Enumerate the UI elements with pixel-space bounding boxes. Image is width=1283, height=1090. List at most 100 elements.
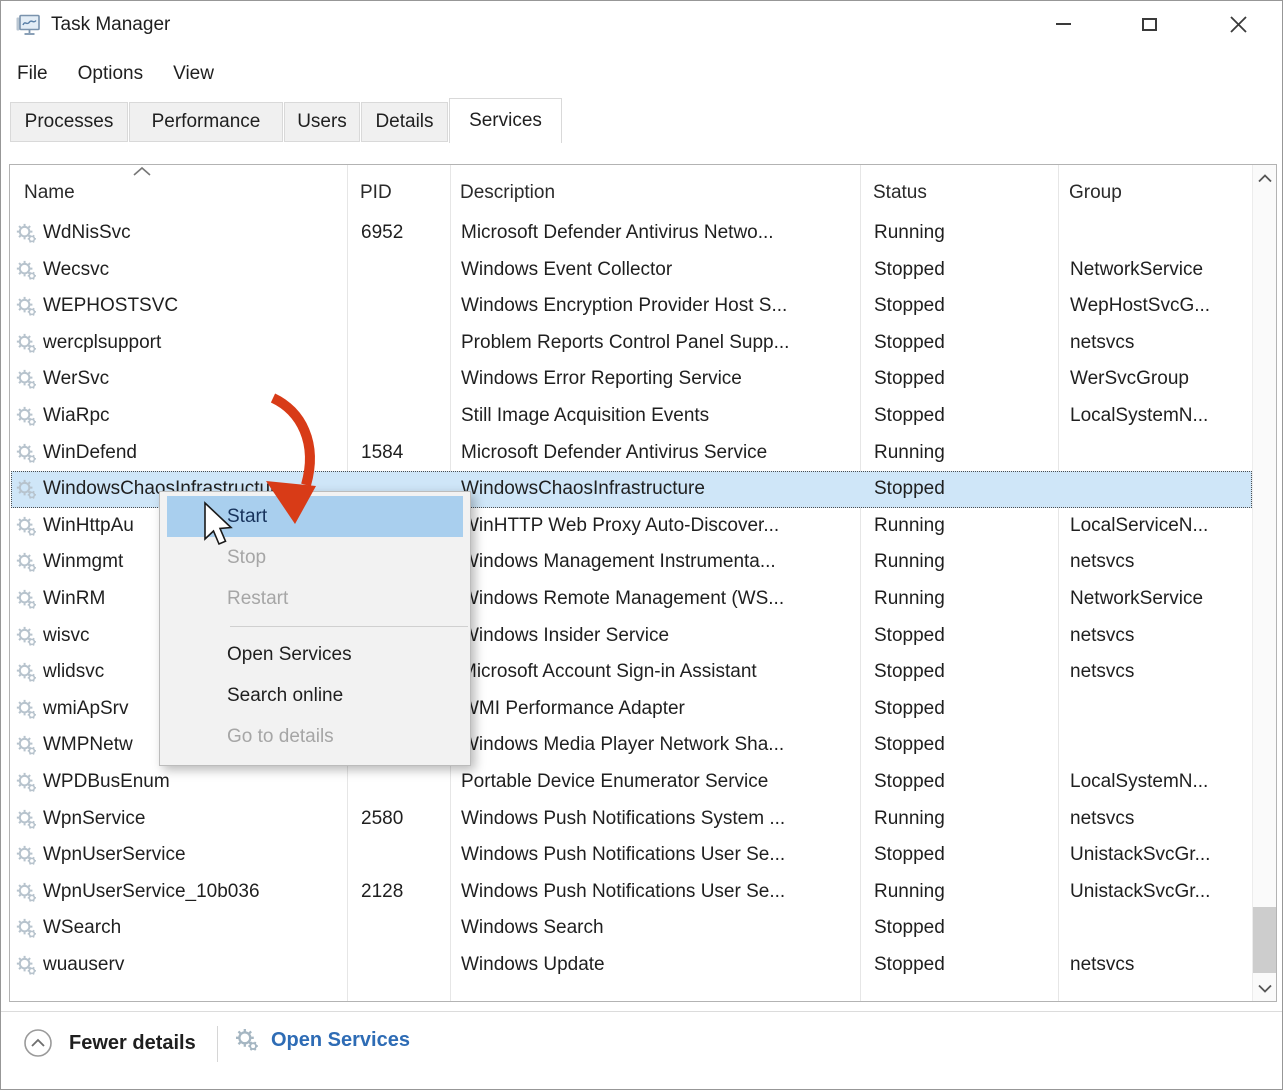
close-button[interactable] xyxy=(1215,7,1261,41)
context-menu: StartStopRestartOpen ServicesSearch onli… xyxy=(159,491,471,766)
table-row[interactable]: WecsvcWindows Event CollectorStoppedNetw… xyxy=(11,252,1252,289)
service-description: Windows Error Reporting Service xyxy=(461,361,859,398)
tab-processes[interactable]: Processes xyxy=(10,102,128,142)
gear-icon xyxy=(16,325,40,362)
service-description: Problem Reports Control Panel Supp... xyxy=(461,325,859,362)
service-status: Running xyxy=(874,435,1054,472)
service-group: WerSvcGroup xyxy=(1070,361,1250,398)
context-menu-item-open-services[interactable]: Open Services xyxy=(167,634,463,675)
service-group: LocalSystemN... xyxy=(1070,398,1250,435)
service-group: netsvcs xyxy=(1070,618,1250,655)
gear-icon xyxy=(235,1028,259,1052)
table-row[interactable]: WpnService2580Windows Push Notifications… xyxy=(11,801,1252,838)
scroll-up-button[interactable] xyxy=(1253,165,1276,191)
context-menu-item-search-online[interactable]: Search online xyxy=(167,675,463,716)
service-group: netsvcs xyxy=(1070,544,1250,581)
column-header-group[interactable]: Group xyxy=(1069,165,1122,215)
chevron-up-icon xyxy=(1258,174,1272,183)
table-row[interactable]: WiaRpcStill Image Acquisition EventsStop… xyxy=(11,398,1252,435)
service-pid xyxy=(361,910,446,947)
column-header-status[interactable]: Status xyxy=(873,165,927,215)
maximize-button[interactable] xyxy=(1126,7,1172,41)
service-status: Stopped xyxy=(874,727,1054,764)
gear-icon xyxy=(16,471,40,508)
table-row[interactable]: wercplsupport Problem Reports Control Pan… xyxy=(11,325,1252,362)
column-header-name[interactable]: Name xyxy=(24,165,75,215)
table-row[interactable]: WpnUserServiceWindows Push Notifications… xyxy=(11,837,1252,874)
gear-icon xyxy=(16,947,40,984)
sort-ascending-icon xyxy=(132,166,152,178)
service-pid: 1584 xyxy=(361,435,446,472)
service-name: WdNisSvc xyxy=(43,215,343,252)
service-status: Running xyxy=(874,508,1054,545)
column-header-description[interactable]: Description xyxy=(460,165,555,215)
service-pid xyxy=(361,252,446,289)
fewer-details-button[interactable]: Fewer details xyxy=(23,1028,196,1058)
scrollbar-thumb[interactable] xyxy=(1253,907,1276,973)
service-name: WEPHOSTSVC xyxy=(43,288,343,325)
service-description: Windows Media Player Network Sha... xyxy=(461,727,859,764)
service-name: wercplsupport xyxy=(43,325,343,362)
service-description: Windows Insider Service xyxy=(461,618,859,655)
scroll-down-button[interactable] xyxy=(1253,975,1276,1001)
tab-performance[interactable]: Performance xyxy=(129,102,283,142)
service-group: netsvcs xyxy=(1070,947,1250,984)
chevron-up-circle-icon xyxy=(23,1028,53,1058)
menu-item-file[interactable]: File xyxy=(17,63,48,85)
service-status: Running xyxy=(874,801,1054,838)
maximize-icon xyxy=(1142,18,1157,31)
service-group xyxy=(1070,691,1250,728)
service-pid xyxy=(361,837,446,874)
menu-item-view[interactable]: View xyxy=(173,63,214,85)
service-group: netsvcs xyxy=(1070,801,1250,838)
minimize-button[interactable] xyxy=(1040,7,1086,41)
service-status: Running xyxy=(874,215,1054,252)
service-description: Windows Remote Management (WS... xyxy=(461,581,859,618)
open-services-link[interactable]: Open Services xyxy=(235,1028,410,1052)
menu-item-options[interactable]: Options xyxy=(78,63,143,85)
service-pid xyxy=(361,398,446,435)
gear-icon xyxy=(16,252,40,289)
service-group xyxy=(1070,435,1250,472)
gear-icon xyxy=(16,691,40,728)
service-status: Stopped xyxy=(874,618,1054,655)
minimize-icon xyxy=(1056,23,1071,25)
service-status: Stopped xyxy=(874,288,1054,325)
gear-icon xyxy=(16,288,40,325)
service-status: Stopped xyxy=(874,361,1054,398)
service-status: Stopped xyxy=(874,910,1054,947)
service-description: WMI Performance Adapter xyxy=(461,691,859,728)
table-row[interactable]: WerSvcWindows Error Reporting ServiceSto… xyxy=(11,361,1252,398)
task-manager-app-icon xyxy=(15,12,41,38)
table-row[interactable]: WSearchWindows SearchStopped xyxy=(11,910,1252,947)
context-menu-separator xyxy=(230,626,468,627)
vertical-scrollbar[interactable] xyxy=(1252,165,1276,1001)
table-row[interactable]: wuauservWindows UpdateStoppednetsvcs xyxy=(11,947,1252,984)
table-row[interactable]: WinDefend1584Microsoft Defender Antiviru… xyxy=(11,435,1252,472)
service-group: NetworkService xyxy=(1070,581,1250,618)
service-description: Microsoft Account Sign-in Assistant xyxy=(461,654,859,691)
tab-details[interactable]: Details xyxy=(361,102,448,142)
table-header: Name PID Description Status Group xyxy=(10,165,1252,215)
tab-services[interactable]: Services xyxy=(449,98,562,143)
gear-icon xyxy=(16,801,40,838)
context-menu-item-start[interactable]: Start xyxy=(167,496,463,537)
service-status: Running xyxy=(874,544,1054,581)
table-row[interactable]: WdNisSvc6952Microsoft Defender Antivirus… xyxy=(11,215,1252,252)
service-status: Stopped xyxy=(874,764,1054,801)
table-row[interactable]: WPDBusEnumPortable Device Enumerator Ser… xyxy=(11,764,1252,801)
context-menu-item-restart: Restart xyxy=(167,578,463,619)
gear-icon xyxy=(16,654,40,691)
tab-users[interactable]: Users xyxy=(284,102,360,142)
column-header-pid[interactable]: PID xyxy=(360,165,392,215)
service-status: Stopped xyxy=(874,691,1054,728)
service-name: WiaRpc xyxy=(43,398,343,435)
service-description: Windows Encryption Provider Host S... xyxy=(461,288,859,325)
table-row[interactable]: WpnUserService_10b0362128Windows Push No… xyxy=(11,874,1252,911)
table-row[interactable]: WEPHOSTSVC Windows Encryption Provider Ho… xyxy=(11,288,1252,325)
service-group: WepHostSvcG... xyxy=(1070,288,1250,325)
gear-icon xyxy=(16,581,40,618)
task-manager-window: Task Manager File Options View Processes… xyxy=(0,0,1283,1090)
service-description: Microsoft Defender Antivirus Netwo... xyxy=(461,215,859,252)
gear-icon xyxy=(16,435,40,472)
